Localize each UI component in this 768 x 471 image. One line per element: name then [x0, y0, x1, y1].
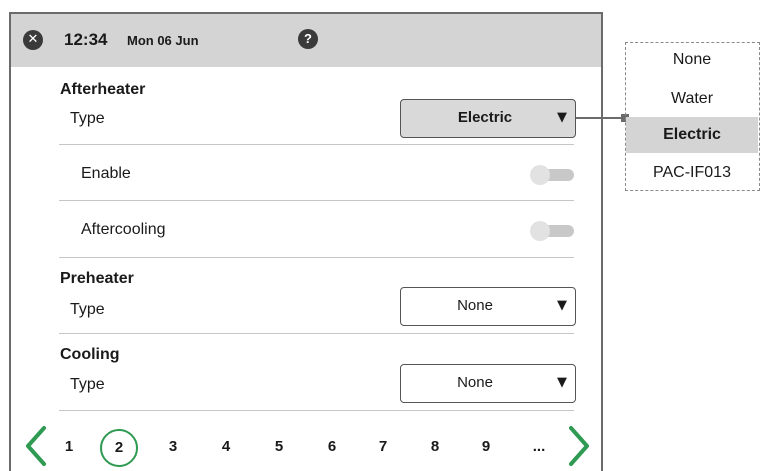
page-3[interactable]: 3	[161, 438, 185, 455]
clock-date: Mon 06 Jun	[127, 33, 199, 48]
dropdown-option-none[interactable]: None	[626, 51, 758, 69]
page-6[interactable]: 6	[320, 438, 344, 455]
aftercooling-label: Aftercooling	[81, 221, 166, 238]
page-1[interactable]: 1	[57, 438, 81, 455]
preheater-type-select[interactable]: None ▼	[400, 287, 576, 326]
section-title-afterheater: Afterheater	[60, 81, 146, 98]
page-more[interactable]: ...	[527, 438, 551, 455]
chevron-down-icon: ▼	[557, 375, 567, 390]
page-9[interactable]: 9	[474, 438, 498, 455]
chevron-down-icon: ▼	[557, 110, 567, 125]
cooling-type-select[interactable]: None ▼	[400, 364, 576, 403]
dropdown-option-electric[interactable]: Electric	[626, 117, 758, 153]
page-8[interactable]: 8	[423, 438, 447, 455]
afterheater-enable-toggle[interactable]	[530, 165, 574, 185]
pagination: 1 2 3 4 5 6 7 8 9 ...	[11, 424, 601, 471]
help-icon[interactable]: ?	[298, 29, 318, 49]
cooling-type-label: Type	[70, 376, 105, 393]
type-dropdown-list: None Water Electric PAC-IF013	[625, 42, 760, 191]
preheater-type-label: Type	[70, 301, 105, 318]
toggle-knob	[530, 221, 550, 241]
divider	[59, 410, 574, 411]
afterheater-type-label: Type	[70, 110, 105, 127]
toggle-knob	[530, 165, 550, 185]
chevron-left-icon[interactable]	[23, 424, 49, 468]
preheater-type-value: None	[457, 297, 493, 314]
dropdown-option-water[interactable]: Water	[626, 90, 758, 108]
section-title-preheater: Preheater	[60, 270, 134, 287]
chevron-right-icon[interactable]	[566, 424, 592, 468]
device-screen: ✕ 12:34 Mon 06 Jun ? Afterheater Type El…	[9, 12, 603, 471]
aftercooling-toggle[interactable]	[530, 221, 574, 241]
afterheater-type-select[interactable]: Electric ▼	[400, 99, 576, 138]
callout-connector-line	[576, 117, 626, 119]
page-4[interactable]: 4	[214, 438, 238, 455]
header-bar: ✕ 12:34 Mon 06 Jun ?	[11, 14, 601, 67]
page-2-current[interactable]: 2	[100, 429, 138, 467]
chevron-down-icon: ▼	[557, 298, 567, 313]
dropdown-option-pac-if013[interactable]: PAC-IF013	[626, 164, 758, 182]
afterheater-enable-label: Enable	[81, 165, 131, 182]
section-title-cooling: Cooling	[60, 346, 120, 363]
clock-time: 12:34	[64, 30, 108, 49]
page-7[interactable]: 7	[371, 438, 395, 455]
divider	[59, 200, 574, 201]
divider	[59, 257, 574, 258]
divider	[59, 333, 574, 334]
page-5[interactable]: 5	[267, 438, 291, 455]
close-icon[interactable]: ✕	[23, 30, 43, 50]
cooling-type-value: None	[457, 374, 493, 391]
divider	[59, 144, 574, 145]
afterheater-type-value: Electric	[457, 109, 513, 126]
